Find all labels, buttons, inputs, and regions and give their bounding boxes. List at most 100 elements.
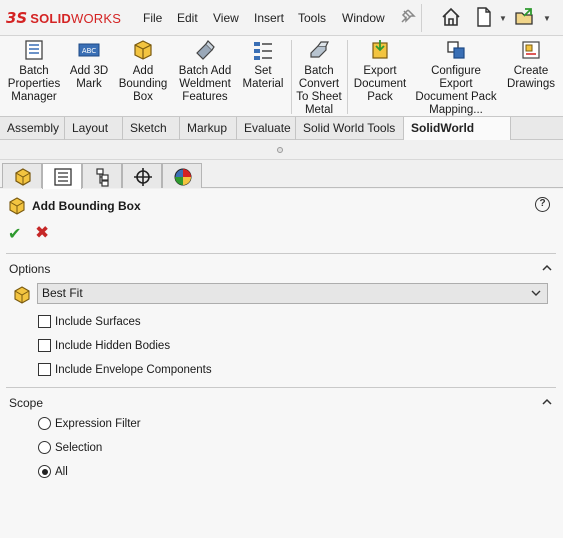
command-ribbon: Batch Properties Manager ABC Add 3D Mark…	[0, 36, 563, 116]
drawings-icon	[522, 41, 540, 59]
menu-tools[interactable]: Tools	[298, 11, 326, 25]
abc-mark-icon: ABC	[78, 43, 100, 57]
tab-solid-world-tools[interactable]: Solid World Tools	[296, 117, 404, 140]
ribbon-separator	[291, 40, 292, 114]
batch-add-weldment-features-label: Batch Add Weldment Features	[178, 65, 232, 103]
fit-type-value: Best Fit	[42, 286, 83, 300]
expression-filter-label: Expression Filter	[55, 417, 141, 430]
pin-icon[interactable]	[398, 8, 416, 26]
menu-bar: 3S SOLIDWORKS File Edit View Insert Tool…	[0, 0, 563, 36]
menu-view[interactable]: View	[213, 11, 239, 25]
open-icon[interactable]	[514, 6, 536, 28]
menu-insert[interactable]: Insert	[254, 11, 284, 25]
ribbon-separator	[347, 40, 348, 114]
tab-property-manager[interactable]	[42, 163, 82, 189]
selection-radio[interactable]: Selection	[38, 441, 102, 454]
help-icon[interactable]: ?	[535, 197, 550, 212]
batch-properties-manager-button[interactable]: Batch Properties Manager	[4, 39, 64, 104]
tab-dimxpert[interactable]	[122, 163, 162, 188]
new-dropdown-arrow[interactable]: ▼	[499, 14, 507, 23]
panel-splitter[interactable]	[0, 140, 563, 160]
menu-edit[interactable]: Edit	[177, 11, 198, 25]
configure-export-icon	[447, 41, 465, 59]
create-drawings-button[interactable]: Create Drawings	[501, 39, 561, 91]
fit-type-dropdown[interactable]: Best Fit	[37, 283, 548, 304]
section-divider	[6, 387, 556, 388]
logo-bold-text: SOLID	[30, 10, 71, 26]
checkbox-box[interactable]	[38, 363, 51, 376]
manager-tabs	[0, 161, 563, 189]
home-icon[interactable]	[440, 6, 462, 28]
open-dropdown-arrow[interactable]: ▼	[543, 14, 551, 23]
command-manager-tabs: Assembly Layout Sketch Markup Evaluate S…	[0, 116, 563, 157]
splitter-grip-icon[interactable]	[277, 147, 283, 153]
property-manager-title: Add Bounding Box	[32, 199, 141, 213]
tab-layout[interactable]: Layout	[65, 117, 123, 140]
add-bounding-box-label: Add Bounding Box	[118, 65, 168, 103]
feature-manager-icon	[15, 168, 31, 186]
section-divider	[6, 253, 556, 254]
configure-export-document-pack-mapping-button[interactable]: Configure Export Document Pack Mapping..…	[411, 39, 501, 117]
all-radio[interactable]: All	[38, 465, 68, 478]
include-hidden-bodies-checkbox[interactable]: Include Hidden Bodies	[38, 339, 170, 352]
all-label: All	[55, 465, 68, 478]
property-manager-icon	[54, 168, 72, 186]
export-document-pack-label: Export Document Pack	[353, 65, 407, 103]
weldment-icon	[196, 40, 215, 60]
new-document-icon[interactable]	[473, 6, 495, 28]
display-manager-icon	[174, 168, 192, 186]
selection-label: Selection	[55, 441, 103, 454]
menu-file[interactable]: File	[143, 11, 162, 25]
menu-separator	[421, 4, 422, 32]
dimxpert-icon	[134, 168, 152, 186]
ok-button[interactable]: ✔	[8, 224, 21, 244]
include-envelope-components-label: Include Envelope Components	[55, 363, 212, 376]
collapse-scope-chevron-icon[interactable]	[542, 398, 552, 405]
properties-icon	[25, 40, 43, 60]
create-drawings-label: Create Drawings	[507, 65, 555, 90]
export-document-pack-button[interactable]: Export Document Pack	[349, 39, 411, 104]
tab-evaluate[interactable]: Evaluate	[237, 117, 296, 140]
include-surfaces-checkbox[interactable]: Include Surfaces	[38, 315, 141, 328]
bounding-box-type-icon	[14, 286, 30, 304]
batch-convert-to-sheet-metal-label: Batch Convert To Sheet Metal	[296, 65, 342, 116]
add-3d-mark-label: Add 3D Mark	[69, 65, 109, 90]
checkbox-box[interactable]	[38, 339, 51, 352]
tab-configuration-manager[interactable]	[82, 163, 122, 188]
configure-export-document-pack-mapping-label: Configure Export Document Pack Mapping..…	[415, 65, 497, 116]
set-material-button[interactable]: Set Material	[238, 39, 288, 91]
ds-logo-mark: 3S	[6, 9, 28, 27]
solidworks-logo: 3S SOLIDWORKS	[6, 9, 121, 27]
add-bounding-box-button[interactable]: Add Bounding Box	[114, 39, 172, 104]
logo-light-text: WORKS	[70, 10, 122, 26]
add-3d-mark-button[interactable]: ABC Add 3D Mark	[64, 39, 114, 91]
chevron-down-icon	[531, 290, 541, 296]
batch-add-weldment-features-button[interactable]: Batch Add Weldment Features	[172, 39, 238, 104]
include-hidden-bodies-label: Include Hidden Bodies	[55, 339, 171, 352]
checkbox-box[interactable]	[38, 315, 51, 328]
expression-filter-radio[interactable]: Expression Filter	[38, 417, 141, 430]
include-envelope-components-checkbox[interactable]: Include Envelope Components	[38, 363, 212, 376]
export-pack-icon	[372, 40, 388, 59]
radio-circle[interactable]	[38, 441, 51, 454]
property-manager-panel: Add Bounding Box ? ✔ ✖ Options Best Fit …	[0, 189, 563, 538]
radio-circle[interactable]	[38, 417, 51, 430]
tab-markup[interactable]: Markup	[180, 117, 237, 140]
set-material-label: Set Material	[242, 65, 284, 90]
sheet-metal-icon	[310, 41, 329, 58]
bounding-box-icon	[9, 197, 25, 215]
tab-solidworld-tools[interactable]: SolidWorld Tools	[403, 117, 511, 157]
include-surfaces-label: Include Surfaces	[55, 315, 141, 328]
tab-display-manager[interactable]	[162, 163, 202, 188]
tab-feature-manager[interactable]	[2, 163, 42, 188]
tab-assembly[interactable]: Assembly	[0, 117, 65, 140]
options-section-title[interactable]: Options	[9, 262, 50, 276]
collapse-options-chevron-icon[interactable]	[542, 264, 552, 271]
tab-sketch[interactable]: Sketch	[123, 117, 180, 140]
scope-section-title[interactable]: Scope	[9, 396, 43, 410]
menu-window[interactable]: Window	[342, 11, 385, 25]
radio-circle-selected[interactable]	[38, 465, 51, 478]
batch-convert-to-sheet-metal-button[interactable]: Batch Convert To Sheet Metal	[293, 39, 345, 117]
cancel-button[interactable]: ✖	[35, 223, 49, 243]
bounding-box-icon	[134, 40, 152, 60]
